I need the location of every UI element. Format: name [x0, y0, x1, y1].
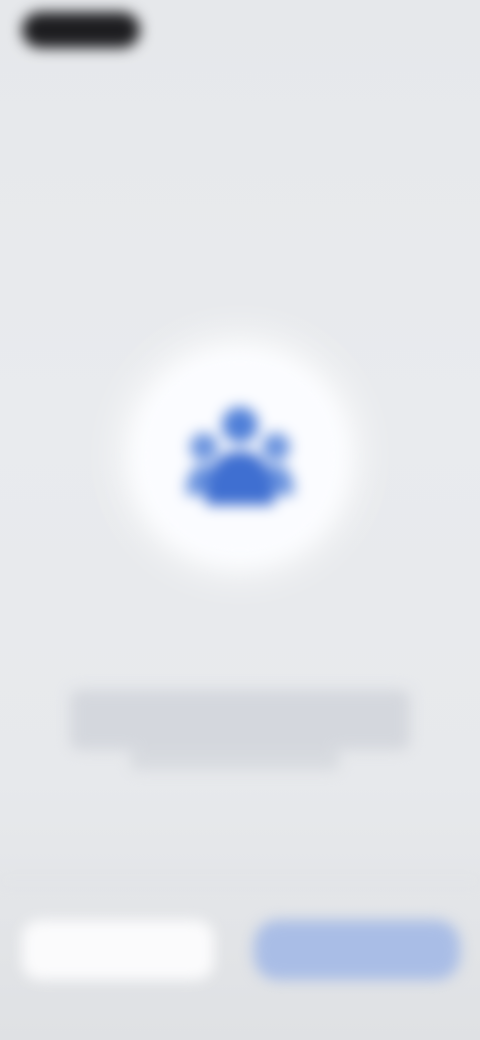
secondary-button[interactable] [22, 920, 214, 980]
person-group-icon [178, 395, 302, 515]
description-block-tail [130, 750, 340, 770]
onboarding-screen [0, 0, 480, 1040]
footer-divider [0, 880, 480, 881]
status-bar-pill [22, 12, 140, 48]
primary-button[interactable] [254, 920, 460, 980]
description-block [70, 690, 410, 750]
